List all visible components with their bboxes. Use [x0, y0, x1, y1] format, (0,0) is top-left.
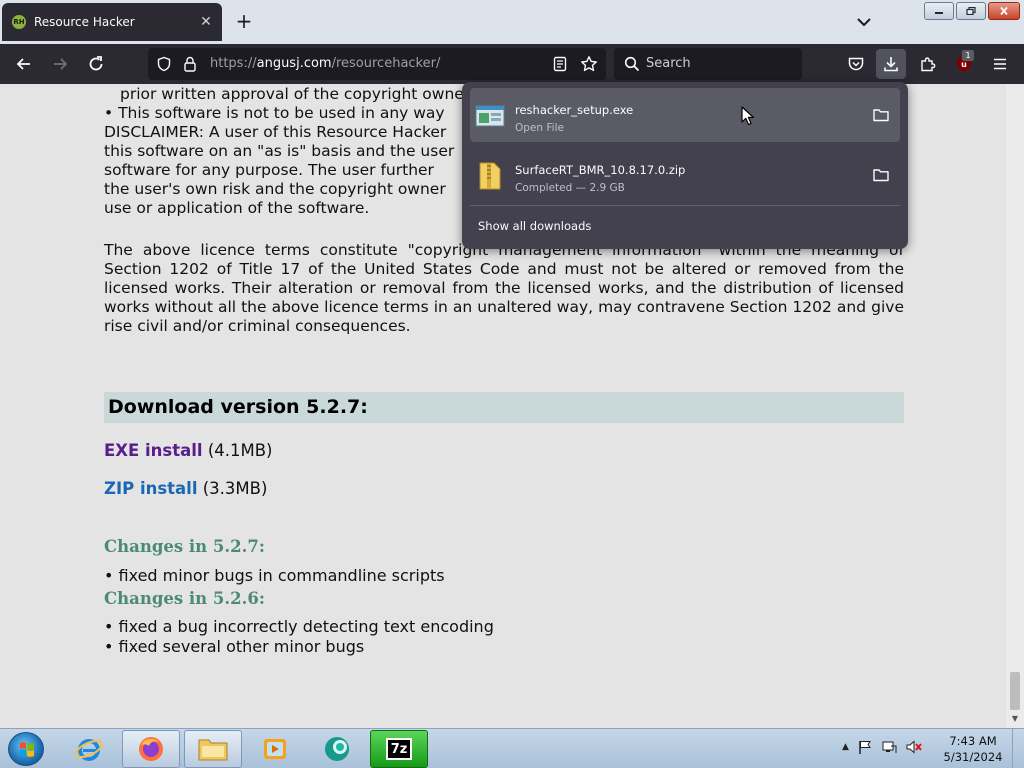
- extension-badge-count: 1: [962, 50, 974, 61]
- url-scheme: https://: [210, 56, 257, 71]
- hamburger-menu-icon: [994, 58, 1006, 70]
- search-bar[interactable]: Search: [614, 48, 802, 80]
- panel-divider: [470, 205, 900, 206]
- zip-install-link[interactable]: ZIP install: [104, 479, 198, 498]
- window-controls: [924, 2, 1020, 20]
- show-in-folder-icon[interactable]: [872, 107, 890, 123]
- media-player-icon: [264, 739, 286, 759]
- mouse-pointer-icon: [741, 106, 755, 126]
- app-menu-button[interactable]: [988, 52, 1012, 76]
- windows-taskbar: 7z ▲ 7:43 AM 5/31/2024: [0, 728, 1024, 768]
- exe-install-link[interactable]: EXE install: [104, 441, 203, 460]
- list-item: • fixed minor bugs in commandline script…: [104, 566, 445, 585]
- back-button[interactable]: [12, 52, 36, 76]
- restore-button[interactable]: [956, 2, 986, 20]
- zip-size: (3.3MB): [202, 479, 268, 498]
- windows-logo-icon: [20, 742, 34, 757]
- downloads-button[interactable]: [876, 49, 906, 79]
- bookmark-star-icon[interactable]: [580, 55, 598, 73]
- folder-icon: [198, 739, 228, 761]
- pocket-button[interactable]: [844, 52, 868, 76]
- internet-explorer-taskbar-button[interactable]: [60, 730, 118, 768]
- exe-size: (4.1MB): [207, 441, 273, 460]
- firefox-icon: [139, 737, 163, 761]
- tab-resource-hacker[interactable]: RH Resource Hacker ✕: [2, 3, 222, 41]
- firefox-taskbar-button[interactable]: [122, 730, 180, 768]
- changes-heading-527: Changes in 5.2.7:: [104, 537, 265, 556]
- tab-title: Resource Hacker: [34, 15, 135, 29]
- 7zip-taskbar-button[interactable]: 7z: [370, 730, 428, 768]
- download-status: Open File: [515, 122, 564, 134]
- start-button[interactable]: [8, 732, 44, 766]
- show-all-downloads-button[interactable]: Show all downloads: [478, 219, 591, 233]
- download-status: Completed — 2.9 GB: [515, 182, 625, 194]
- reload-button[interactable]: [84, 52, 108, 76]
- vertical-scrollbar[interactable]: ▼: [1006, 84, 1024, 728]
- minimize-button[interactable]: [924, 2, 954, 20]
- extensions-button[interactable]: [916, 52, 940, 76]
- changes-list-526: • fixed a bug incorrectly detecting text…: [104, 617, 494, 657]
- volume-muted-icon[interactable]: [905, 739, 923, 755]
- forward-arrow-icon: [54, 58, 68, 70]
- minimize-icon: [935, 12, 943, 14]
- 7zip-icon: 7z: [386, 738, 412, 760]
- app-taskbar-button[interactable]: [308, 730, 366, 768]
- changes-list-527: • fixed minor bugs in commandline script…: [104, 566, 445, 586]
- url-text[interactable]: https://angusj.com/resourcehacker/: [210, 56, 440, 71]
- changes-heading-526: Changes in 5.2.6:: [104, 589, 265, 608]
- download-item[interactable]: reshacker_setup.exe Open File: [470, 88, 900, 142]
- clock-time: 7:43 AM: [949, 734, 997, 748]
- search-icon: [624, 56, 640, 72]
- svg-text:u: u: [961, 60, 967, 69]
- action-center-flag-icon[interactable]: [857, 739, 873, 755]
- search-placeholder: Search: [646, 56, 691, 71]
- zip-folder-icon: [479, 162, 501, 190]
- address-bar[interactable]: https://angusj.com/resourcehacker/: [148, 48, 606, 80]
- navigation-toolbar: https://angusj.com/resourcehacker/ Searc…: [0, 44, 1024, 84]
- pocket-icon: [848, 57, 864, 71]
- tab-strip: RH Resource Hacker ✕ +: [0, 0, 1024, 44]
- url-path: /resourcehacker/: [331, 56, 441, 71]
- download-heading: Download version 5.2.7:: [104, 392, 904, 423]
- licence-paragraph: The above licence terms constitute "copy…: [104, 241, 904, 335]
- exe-file-icon: [475, 105, 505, 127]
- reload-icon: [89, 56, 103, 71]
- scrollbar-thumb[interactable]: [1010, 672, 1020, 710]
- show-hidden-icons-chevron-up-icon[interactable]: ▲: [842, 742, 849, 752]
- download-filename: SurfaceRT_BMR_10.8.17.0.zip: [515, 163, 686, 177]
- site-favicon-icon: RH: [12, 15, 26, 29]
- internet-explorer-icon: [75, 739, 103, 761]
- downloads-panel: reshacker_setup.exe Open File SurfaceRT_…: [462, 82, 908, 249]
- scroll-down-arrow-icon[interactable]: ▼: [1010, 714, 1020, 724]
- puzzle-piece-icon: [921, 57, 936, 72]
- reader-view-icon[interactable]: [552, 56, 568, 72]
- lock-icon[interactable]: [182, 55, 198, 73]
- url-host: angusj.com: [256, 56, 332, 71]
- forward-button[interactable]: [48, 52, 72, 76]
- teal-app-icon: [325, 737, 349, 761]
- exe-download-row: EXE install (4.1MB): [104, 441, 273, 460]
- download-filename: reshacker_setup.exe: [515, 103, 634, 117]
- file-explorer-taskbar-button[interactable]: [184, 730, 242, 768]
- list-item: • fixed a bug incorrectly detecting text…: [104, 617, 494, 636]
- system-tray: ▲: [842, 739, 923, 755]
- new-tab-button[interactable]: +: [234, 10, 254, 32]
- download-item[interactable]: SurfaceRT_BMR_10.8.17.0.zip Completed — …: [470, 148, 900, 202]
- system-clock[interactable]: 7:43 AM 5/31/2024: [936, 733, 1010, 765]
- tracking-protection-shield-icon[interactable]: [156, 56, 172, 72]
- zip-download-row: ZIP install (3.3MB): [104, 479, 267, 498]
- show-desktop-button[interactable]: [1012, 729, 1024, 768]
- show-in-folder-icon[interactable]: [872, 167, 890, 183]
- tab-close-icon[interactable]: ✕: [198, 14, 214, 30]
- network-icon[interactable]: [881, 739, 897, 755]
- close-icon: [1000, 7, 1008, 15]
- clock-date: 5/31/2024: [943, 750, 1003, 764]
- media-player-taskbar-button[interactable]: [246, 730, 304, 768]
- list-all-tabs-chevron-down-icon[interactable]: [854, 12, 874, 32]
- restore-icon: [966, 7, 976, 15]
- back-arrow-icon: [16, 58, 30, 70]
- download-arrow-icon: [884, 57, 898, 72]
- close-window-button[interactable]: [988, 2, 1020, 20]
- list-item: • fixed several other minor bugs: [104, 637, 365, 656]
